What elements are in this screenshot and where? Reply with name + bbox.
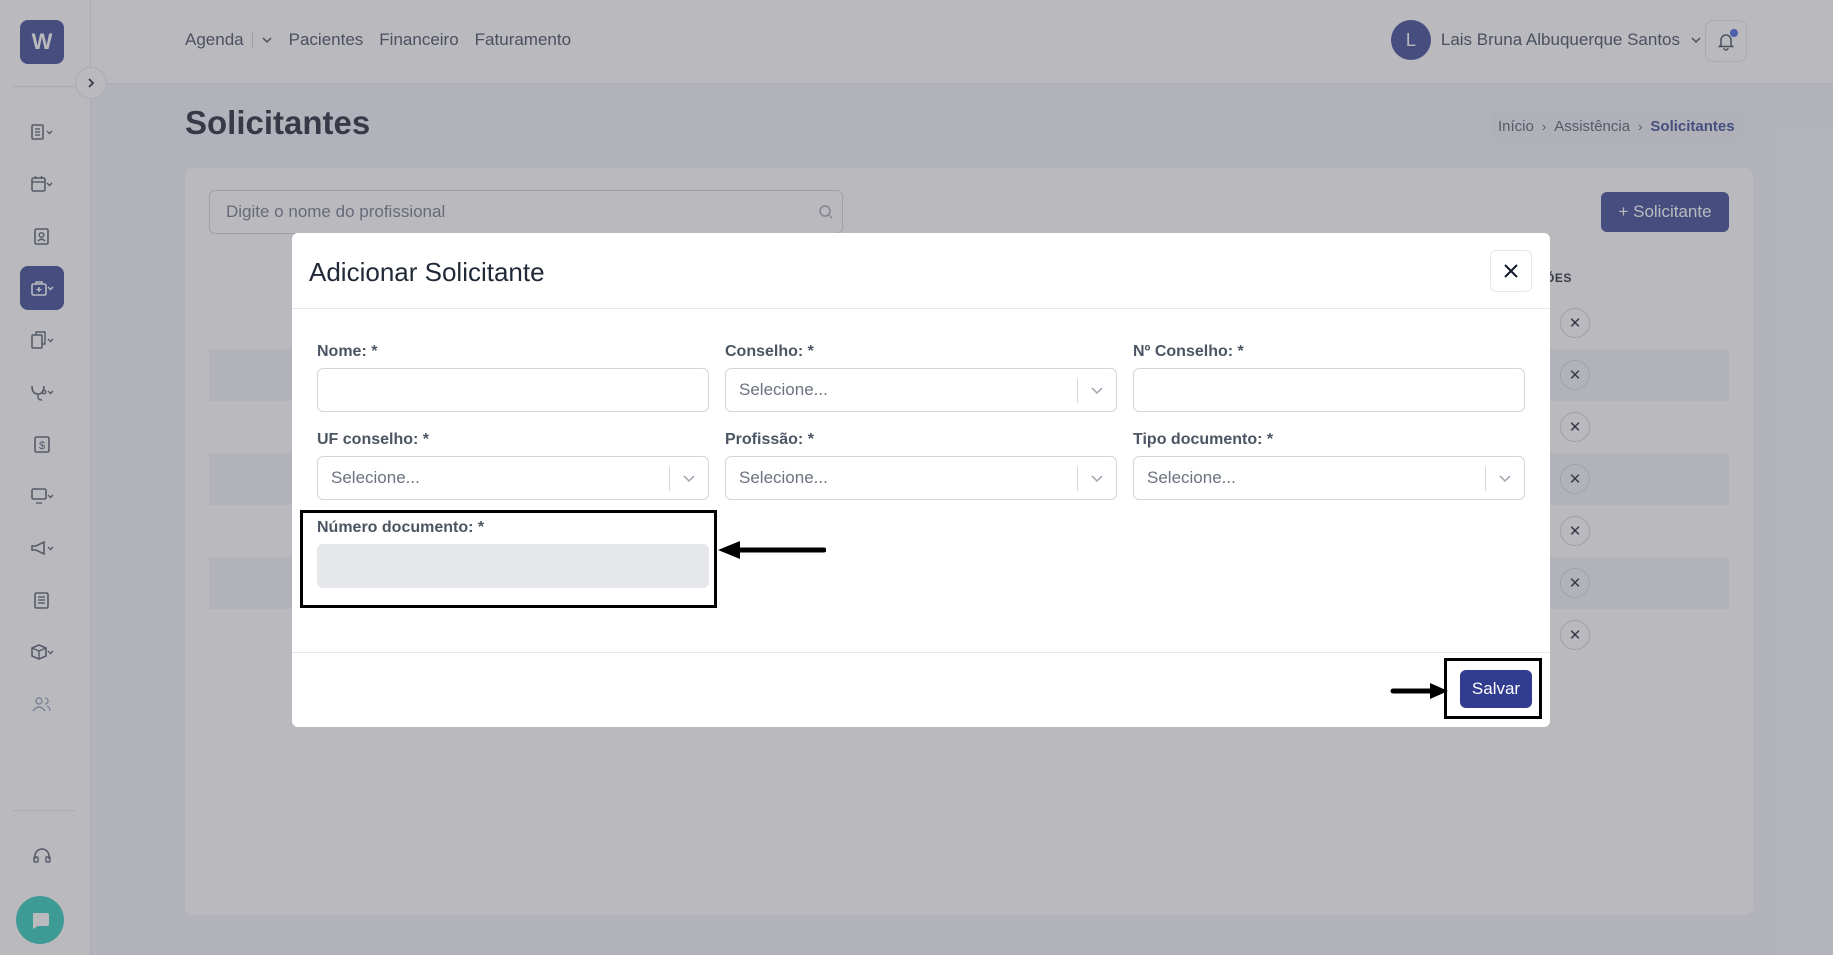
select-placeholder: Selecione... [1147, 468, 1236, 487]
numero-conselho-field: Nº Conselho: * [1133, 343, 1525, 412]
tipo-documento-field: Tipo documento: * Selecione... [1133, 431, 1525, 500]
select-placeholder: Selecione... [739, 380, 828, 399]
numero-conselho-label: Nº Conselho: * [1133, 343, 1244, 360]
numero-conselho-input[interactable] [1133, 368, 1525, 412]
uf-conselho-select[interactable]: Selecione... [317, 456, 709, 500]
profissao-select[interactable]: Selecione... [725, 456, 1117, 500]
conselho-field: Conselho: * Selecione... [725, 343, 1117, 412]
nome-label: Nome: * [317, 343, 378, 360]
select-divider [1077, 379, 1078, 403]
arrow-left-icon [718, 541, 826, 559]
profissao-label: Profissão: * [725, 431, 814, 448]
highlight-box [1444, 658, 1542, 719]
modal-header: Adicionar Solicitante [292, 233, 1550, 309]
tipo-documento-label: Tipo documento: * [1133, 431, 1274, 448]
tipo-documento-select[interactable]: Selecione... [1133, 456, 1525, 500]
close-button[interactable] [1490, 250, 1532, 292]
nome-field: Nome: * [317, 343, 709, 412]
highlight-box [300, 510, 717, 608]
select-placeholder: Selecione... [331, 468, 420, 487]
modal-title: Adicionar Solicitante [309, 257, 545, 287]
modal-footer-divider [292, 652, 1550, 653]
select-divider [669, 467, 670, 491]
arrow-right-icon [1390, 683, 1448, 699]
chevron-down-icon [1499, 475, 1511, 483]
uf-conselho-label: UF conselho: * [317, 431, 430, 448]
close-icon [1504, 264, 1518, 278]
nome-input[interactable] [317, 368, 709, 412]
select-placeholder: Selecione... [739, 468, 828, 487]
add-solicitante-modal: Adicionar Solicitante Nome: * Conselho: … [292, 233, 1550, 727]
select-divider [1077, 467, 1078, 491]
conselho-select[interactable]: Selecione... [725, 368, 1117, 412]
select-divider [1485, 467, 1486, 491]
profissao-field: Profissão: * Selecione... [725, 431, 1117, 500]
chevron-down-icon [683, 475, 695, 483]
chevron-down-icon [1091, 475, 1103, 483]
uf-conselho-field: UF conselho: * Selecione... [317, 431, 709, 500]
chevron-down-icon [1091, 387, 1103, 395]
conselho-label: Conselho: * [725, 343, 814, 360]
